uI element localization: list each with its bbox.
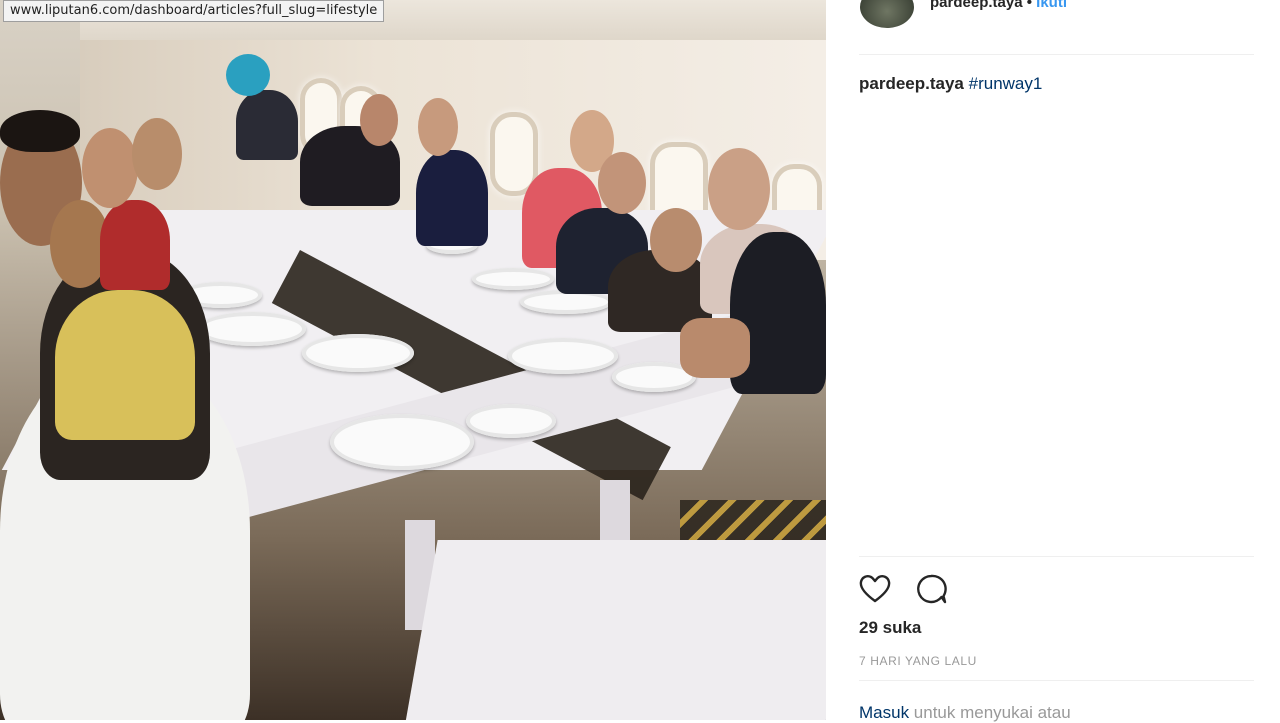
comment-icon[interactable] xyxy=(914,572,948,606)
person-face xyxy=(82,128,138,208)
likes-count[interactable]: 29 suka xyxy=(859,618,921,638)
foreground-table xyxy=(402,540,826,720)
person-face xyxy=(708,148,770,230)
person-hair xyxy=(0,110,80,152)
person xyxy=(416,150,488,246)
post-sidebar xyxy=(826,0,1280,720)
plate xyxy=(330,414,474,470)
plate xyxy=(466,404,556,438)
person xyxy=(100,200,170,290)
post-header: pardeep.taya • Ikuti xyxy=(930,0,1067,11)
footer-divider xyxy=(859,680,1254,681)
login-link[interactable]: Masuk xyxy=(859,703,909,722)
person-face xyxy=(598,152,646,214)
caption-username-link[interactable]: pardeep.taya xyxy=(859,74,964,93)
username-link[interactable]: pardeep.taya xyxy=(930,0,1023,11)
person-hands xyxy=(680,318,750,378)
plate xyxy=(302,334,414,372)
person xyxy=(236,90,298,160)
plate xyxy=(198,312,306,346)
post-caption: pardeep.taya #runway1 xyxy=(859,74,1042,94)
follow-button[interactable]: Ikuti xyxy=(1036,0,1067,11)
post-photo[interactable]: www.liputan6.com/dashboard/articles?full… xyxy=(0,0,826,720)
status-url-tooltip: www.liputan6.com/dashboard/articles?full… xyxy=(3,0,385,22)
actions-divider xyxy=(859,556,1254,557)
person-face xyxy=(650,208,702,272)
post-timestamp[interactable]: 7 HARI YANG LALU xyxy=(859,654,977,668)
turban xyxy=(226,54,270,96)
plate xyxy=(472,268,554,290)
plate xyxy=(508,338,618,374)
hashtag-link[interactable]: #runway1 xyxy=(969,74,1043,93)
login-prompt: Masuk untuk menyukai atau xyxy=(859,703,1071,723)
person-face xyxy=(132,118,182,190)
person-face xyxy=(360,94,398,146)
person xyxy=(55,290,195,440)
header-divider xyxy=(859,54,1254,55)
login-prompt-text: untuk menyukai atau xyxy=(909,703,1071,722)
person-face xyxy=(418,98,458,156)
separator-dot: • xyxy=(1026,0,1032,11)
heart-icon[interactable] xyxy=(858,572,892,606)
